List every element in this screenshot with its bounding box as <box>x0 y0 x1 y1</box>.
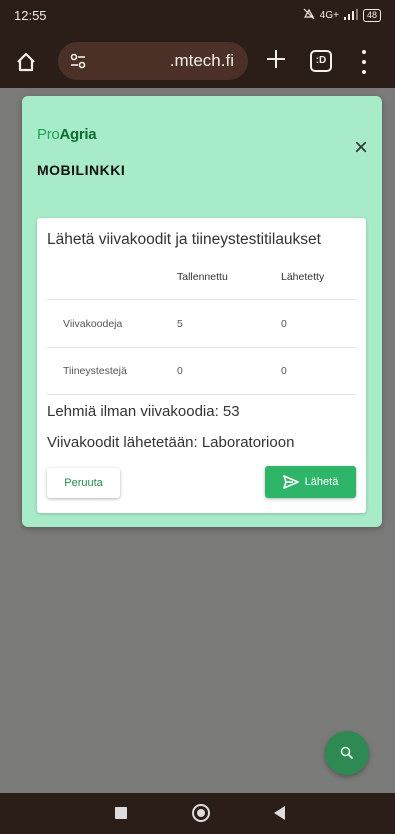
recents-button[interactable] <box>115 807 127 819</box>
mute-icon <box>303 8 315 23</box>
home-nav-button[interactable] <box>192 804 210 822</box>
card-title: Lähetä viivakoodit ja tiineystestitilauk… <box>47 231 321 248</box>
barcode-destination-text: Viivakoodit lähetetään: Laboratorioon <box>47 434 295 451</box>
browser-toolbar: .mtech.fi :D <box>0 36 395 88</box>
table-cell-saved: 5 <box>177 318 183 330</box>
send-button[interactable]: Lähetä <box>265 466 356 498</box>
logo-agria-text: Agria <box>59 126 97 143</box>
send-button-label: Lähetä <box>304 476 339 488</box>
status-icons: 4G+ 48 <box>303 8 381 23</box>
send-icon <box>282 475 299 489</box>
status-bar: 12:55 4G+ 48 <box>0 0 395 36</box>
address-bar[interactable]: .mtech.fi <box>58 42 248 80</box>
close-button[interactable]: × <box>354 136 368 160</box>
cancel-button-label: Peruuta <box>64 477 103 489</box>
battery-icon: 48 <box>362 9 381 22</box>
table-cell-sent: 0 <box>281 318 287 330</box>
column-header-sent: Lähetetty <box>281 271 325 283</box>
send-card: Lähetä viivakoodit ja tiineystestitilauk… <box>37 218 366 513</box>
table-row-label: Viivakoodeja <box>63 318 123 330</box>
proagria-logo: ProAgria <box>37 126 97 143</box>
menu-dot-icon <box>362 50 366 54</box>
plus-icon <box>267 50 285 68</box>
signal-icon <box>343 8 358 23</box>
table-row-label: Tiineystestejä <box>63 365 127 377</box>
url-text: .mtech.fi <box>169 51 234 70</box>
back-button[interactable] <box>274 806 285 820</box>
menu-dot-icon <box>362 60 366 64</box>
cows-without-barcode-text: Lehmiä ilman viivakoodia: 53 <box>47 403 240 420</box>
mobilinkki-dialog: ProAgria MOBILINKKI × Lähetä viivakoodit… <box>22 96 382 527</box>
menu-dot-icon <box>362 70 366 74</box>
home-button[interactable] <box>12 48 40 76</box>
new-tab-button[interactable] <box>263 47 289 75</box>
divider <box>47 347 356 348</box>
table-cell-sent: 0 <box>281 365 287 377</box>
column-header-saved: Tallennettu <box>177 271 228 283</box>
status-time: 12:55 <box>14 8 47 23</box>
home-icon <box>17 52 35 72</box>
page-overlay: ProAgria MOBILINKKI × Lähetä viivakoodit… <box>0 88 395 793</box>
browser-menu-button[interactable] <box>360 50 368 74</box>
cancel-button[interactable]: Peruuta <box>47 468 120 498</box>
site-settings-icon[interactable] <box>68 51 88 71</box>
divider <box>47 394 356 395</box>
system-nav-bar <box>0 793 395 834</box>
network-label: 4G+ <box>319 10 339 21</box>
tab-switcher-button[interactable]: :D <box>310 50 332 72</box>
divider <box>47 299 356 300</box>
search-fab-button[interactable] <box>325 731 369 775</box>
search-icon <box>340 746 354 760</box>
logo-pro-text: Pro <box>37 126 60 143</box>
dialog-title: MOBILINKKI <box>37 162 126 178</box>
table-cell-saved: 0 <box>177 365 183 377</box>
